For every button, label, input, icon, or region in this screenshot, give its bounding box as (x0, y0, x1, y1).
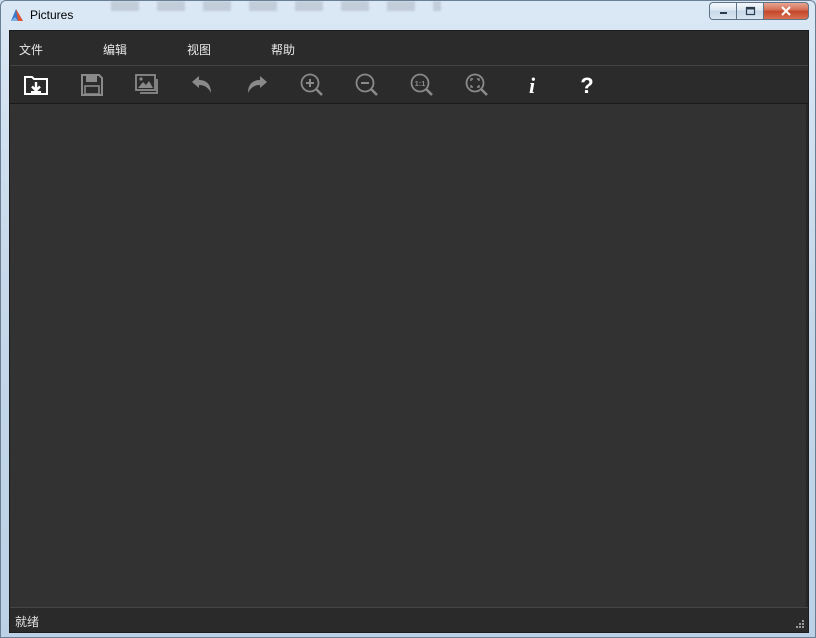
zoom-out-button[interactable] (353, 71, 381, 99)
maximize-icon (745, 6, 755, 16)
status-bar: 就绪 (10, 607, 808, 632)
resize-grip-icon[interactable] (795, 619, 805, 629)
toolbar: 1:1 i ? (10, 66, 808, 104)
actual-size-button[interactable]: 1:1 (408, 71, 436, 99)
info-label: i (529, 73, 536, 98)
canvas-edge (806, 104, 808, 608)
client-area: 文件 编辑 视图 帮助 1:1 i ? 就绪 (9, 30, 809, 633)
actual-size-icon: 1:1 (410, 73, 433, 96)
fit-to-window-icon (465, 73, 488, 96)
redo-button[interactable] (243, 71, 271, 99)
help-button[interactable]: ? (573, 71, 601, 99)
window-title: Pictures (30, 8, 74, 22)
undo-icon (192, 76, 211, 93)
undo-button[interactable] (188, 71, 216, 99)
app-window: Pictures 文件 编辑 视图 帮助 1:1 i ? 就绪 (0, 0, 816, 638)
open-button[interactable] (22, 71, 50, 99)
menu-bar: 文件 编辑 视图 帮助 (10, 31, 808, 66)
close-icon (781, 6, 791, 16)
zoom-in-icon (300, 73, 323, 96)
menu-view[interactable]: 视图 (187, 41, 211, 58)
redo-icon (248, 76, 267, 93)
menu-help[interactable]: 帮助 (271, 41, 295, 58)
maximize-button[interactable] (736, 2, 763, 20)
image-canvas[interactable] (10, 104, 808, 608)
gallery-button[interactable] (133, 71, 161, 99)
zoom-out-icon (355, 73, 378, 96)
zoom-in-button[interactable] (298, 71, 326, 99)
save-button[interactable] (78, 71, 106, 99)
help-label: ? (580, 73, 593, 98)
close-button[interactable] (763, 2, 809, 20)
minimize-button[interactable] (709, 2, 736, 20)
menu-file[interactable]: 文件 (19, 41, 43, 58)
actual-size-label: 1:1 (415, 79, 426, 88)
help-icon: ? (580, 73, 593, 98)
menu-edit[interactable]: 编辑 (103, 41, 127, 58)
fit-to-window-button[interactable] (463, 71, 491, 99)
info-icon: i (529, 73, 536, 98)
title-bar[interactable]: Pictures (1, 1, 815, 29)
status-text: 就绪 (15, 615, 40, 629)
save-icon (81, 74, 103, 96)
pictures-app-icon (9, 7, 25, 23)
caption-buttons (709, 2, 809, 21)
open-folder-icon (24, 76, 48, 95)
minimize-icon (719, 12, 727, 14)
info-button[interactable]: i (518, 71, 546, 99)
image-gallery-icon (135, 74, 158, 94)
